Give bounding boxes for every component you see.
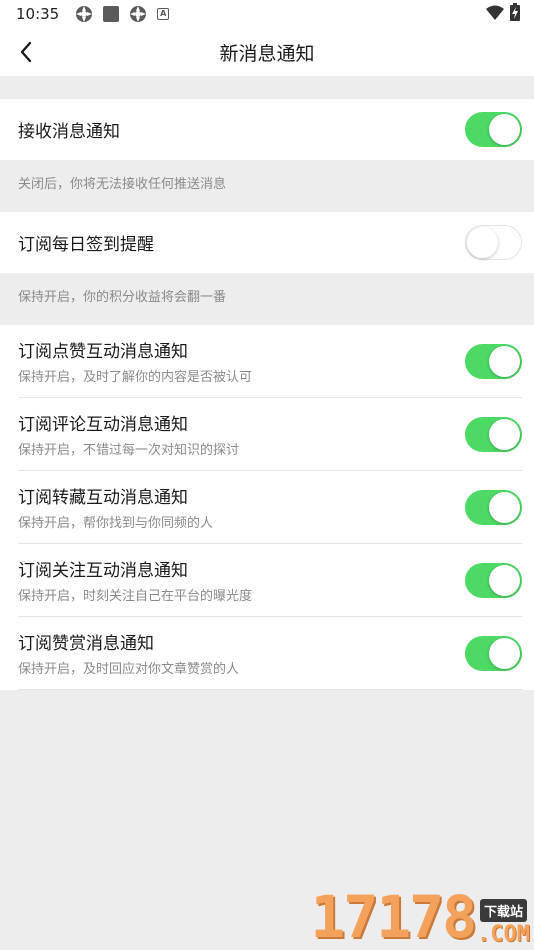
watermark-digits: 17178 [310, 883, 477, 950]
subscription-list: 订阅点赞互动消息通知 保持开启，及时了解你的内容是否被认可 订阅评论互动消息通知… [0, 325, 534, 690]
daily-checkin-hint: 保持开启，你的积分收益将会翻一番 [0, 273, 534, 325]
row-title: 订阅转藏互动消息通知 [18, 488, 188, 508]
chevron-left-icon[interactable] [19, 41, 33, 63]
row-title: 订阅评论互动消息通知 [18, 415, 188, 435]
toggle-knob [489, 491, 520, 523]
page-title: 新消息通知 [219, 42, 315, 65]
gear-icon [129, 5, 147, 23]
subscription-follow-toggle[interactable] [465, 562, 522, 598]
toggle-knob [489, 418, 520, 450]
font-a-icon: A [157, 8, 170, 20]
subscription-like-row[interactable]: 订阅点赞互动消息通知 保持开启，及时了解你的内容是否被认可 [18, 325, 522, 398]
status-bar: 10:35 A [0, 0, 534, 28]
toggle-knob [489, 564, 520, 596]
row-title: 订阅点赞互动消息通知 [18, 342, 188, 362]
toggle-knob [467, 227, 498, 258]
watermark-suffix: .COM [477, 922, 530, 947]
daily-checkin-toggle[interactable] [465, 225, 522, 260]
receive-notifications-row[interactable]: 接收消息通知 [0, 99, 534, 160]
back-button[interactable] [10, 36, 42, 68]
status-time: 10:35 [16, 5, 60, 23]
row-title: 订阅每日签到提醒 [18, 235, 154, 255]
header: 新消息通知 [0, 28, 534, 76]
subscription-comment-toggle[interactable] [465, 416, 522, 452]
toggle-knob [489, 637, 520, 669]
row-title: 订阅关注互动消息通知 [18, 561, 188, 581]
toggle-knob [489, 114, 520, 145]
row-title: 订阅赞赏消息通知 [18, 634, 154, 654]
row-subtitle: 保持开启，及时了解你的内容是否被认可 [18, 370, 253, 385]
subscription-like-toggle[interactable] [465, 343, 522, 379]
subscription-collect-row[interactable]: 订阅转藏互动消息通知 保持开启，帮你找到与你同频的人 [18, 471, 522, 544]
gear-icon [75, 5, 93, 23]
watermark-logo: 17178 下载站 .COM [310, 888, 530, 946]
row-subtitle: 保持开启，帮你找到与你同频的人 [18, 516, 214, 531]
daily-checkin-row[interactable]: 订阅每日签到提醒 [0, 212, 534, 273]
watermark-badge: 下载站 [480, 899, 528, 922]
subscription-comment-row[interactable]: 订阅评论互动消息通知 保持开启，不错过每一次对知识的探讨 [18, 398, 522, 471]
row-subtitle: 保持开启，及时回应对你文章赞赏的人 [18, 662, 240, 677]
app-square-icon [103, 6, 120, 22]
subscription-reward-row[interactable]: 订阅赞赏消息通知 保持开启，及时回应对你文章赞赏的人 [18, 617, 522, 690]
toggle-knob [489, 345, 520, 377]
wifi-icon [486, 5, 504, 24]
subscription-follow-row[interactable]: 订阅关注互动消息通知 保持开启，时刻关注自己在平台的曝光度 [18, 544, 522, 617]
section-divider [0, 76, 534, 99]
subscription-reward-toggle[interactable] [465, 635, 522, 671]
battery-charging-icon [510, 3, 520, 25]
receive-notifications-toggle[interactable] [465, 112, 522, 147]
row-title: 接收消息通知 [18, 122, 120, 142]
receive-notifications-hint: 关闭后，你将无法接收任何推送消息 [0, 160, 534, 212]
row-subtitle: 保持开启，不错过每一次对知识的探讨 [18, 443, 240, 458]
row-subtitle: 保持开启，时刻关注自己在平台的曝光度 [18, 589, 253, 604]
subscription-collect-toggle[interactable] [465, 489, 522, 525]
